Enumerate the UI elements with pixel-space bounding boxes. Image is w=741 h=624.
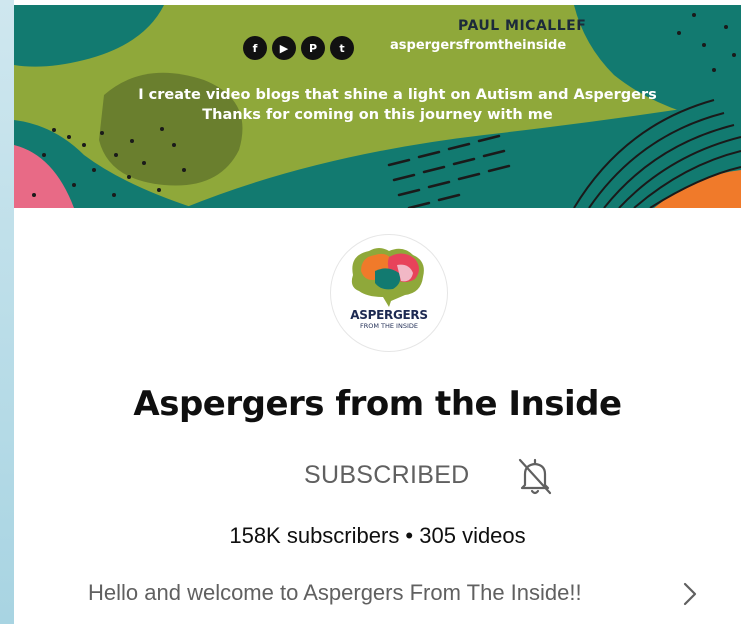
channel-banner: f ▶ P t PAUL MICALLEF aspergersfromthein… [14, 5, 741, 208]
youtube-icon[interactable]: ▶ [272, 36, 296, 60]
channel-page: f ▶ P t PAUL MICALLEF aspergersfromthein… [14, 0, 741, 624]
channel-stats: 158K subscribers • 305 videos [229, 523, 526, 548]
channel-avatar[interactable]: ASPERGERS FROM THE INSIDE [330, 234, 448, 352]
facebook-icon[interactable]: f [243, 36, 267, 60]
banner-creator-name: PAUL MICALLEF [458, 18, 587, 34]
banner-handle: aspergersfromtheinside [390, 38, 567, 53]
brain-logo-icon [351, 248, 424, 307]
twitter-icon[interactable]: t [330, 36, 354, 60]
channel-description[interactable]: Hello and welcome to Aspergers From The … [88, 580, 582, 606]
subscribed-button[interactable]: SUBSCRIBED [304, 461, 470, 490]
channel-title: Aspergers from the Inside [133, 384, 622, 424]
avatar-logo-subtext: FROM THE INSIDE [359, 322, 418, 330]
bell-off-icon[interactable] [515, 455, 555, 497]
chevron-right-icon[interactable] [680, 580, 700, 608]
patreon-icon[interactable]: P [301, 36, 325, 60]
avatar-logo-text: ASPERGERS [350, 308, 428, 322]
banner-tagline-2: Thanks for coming on this journey with m… [202, 107, 553, 123]
banner-tagline-1: I create video blogs that shine a light … [138, 87, 657, 103]
